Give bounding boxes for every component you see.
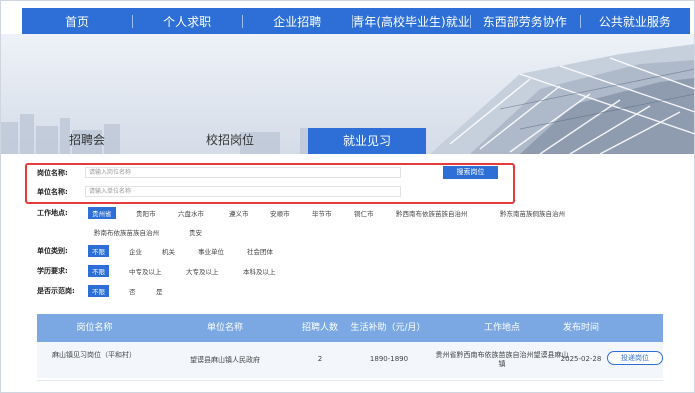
education-option[interactable]: 大专及以上	[186, 266, 219, 276]
location-option[interactable]: 贵安	[189, 227, 202, 237]
table-header: 岗位名称 单位名称 招聘人数 生活补助（元/月） 工作地点 发布时间	[37, 314, 663, 342]
nav-item-youth-employment[interactable]: 青年(高校毕业生)就业	[352, 13, 470, 30]
education-filter-label: 学历要求:	[37, 267, 68, 275]
column-header: 生活补助（元/月）	[350, 323, 426, 333]
nav-item-public-service[interactable]: 公共就业服务	[579, 13, 690, 30]
column-header: 工作地点	[483, 323, 520, 333]
unit-name-label: 单位名称:	[37, 188, 68, 196]
location-filter-label: 工作地点:	[37, 209, 68, 217]
demo-option[interactable]: 否	[129, 286, 136, 296]
nav-item-home[interactable]: 首页	[22, 13, 132, 30]
unit-type-option[interactable]: 社会团体	[247, 246, 273, 256]
nav-item-job-seeking[interactable]: 个人求职	[132, 13, 242, 30]
education-option[interactable]: 中专及以上	[129, 266, 162, 276]
cell-date: 2025-02-28	[560, 355, 602, 363]
nav-bar: 首页 个人求职 企业招聘 青年(高校毕业生)就业 东西部劳务协作 公共就业服务	[22, 8, 690, 34]
unit-type-filter-label: 单位类别:	[37, 247, 68, 255]
divider	[37, 380, 663, 381]
location-option[interactable]: 安顺市	[270, 208, 290, 218]
location-option[interactable]: 黔东南苗族侗族自治州	[500, 208, 565, 218]
apply-button[interactable]: 投递岗位	[607, 351, 663, 365]
position-name-label: 岗位名称:	[37, 169, 68, 177]
location-option[interactable]: 贵州省	[88, 207, 116, 219]
column-header: 发布时间	[562, 323, 599, 333]
tab-internship[interactable]: 就业见习	[308, 128, 426, 154]
unit-type-option[interactable]: 机关	[162, 246, 175, 256]
location-option[interactable]: 贵阳市	[136, 208, 156, 218]
location-option[interactable]: 毕节市	[312, 208, 332, 218]
unit-type-option[interactable]: 事业单位	[198, 246, 224, 256]
demo-option[interactable]: 是	[156, 286, 163, 296]
unit-name-input[interactable]: 请输入单位名称	[85, 186, 401, 197]
column-header: 招聘人数	[301, 323, 338, 333]
position-name-input[interactable]: 请输入岗位名称	[85, 167, 401, 178]
tab-campus-jobs[interactable]: 校招岗位	[165, 126, 295, 154]
cell-location: 贵州省黔西南布依族苗族自治州望谟县麻山镇	[435, 351, 569, 368]
unit-type-option[interactable]: 不限	[88, 245, 109, 257]
location-option[interactable]: 六盘水市	[178, 208, 204, 218]
cell-count: 2	[317, 355, 323, 363]
location-option[interactable]: 黔西南布依族苗族自治州	[396, 208, 468, 218]
cell-subsidy: 1890-1890	[369, 355, 409, 363]
search-button[interactable]: 搜索岗位	[443, 166, 498, 179]
location-option[interactable]: 黔南布依族苗族自治州	[94, 227, 159, 237]
education-option[interactable]: 本科及以上	[243, 266, 276, 276]
demo-filter-label: 是否示范岗:	[37, 287, 75, 295]
column-header: 岗位名称	[76, 323, 113, 333]
demo-option[interactable]: 不限	[88, 285, 109, 297]
location-option[interactable]: 铜仁市	[354, 208, 374, 218]
cell-position-name[interactable]: 麻山镇见习岗位（平和村）	[49, 351, 139, 360]
cell-unit-name: 望谟县麻山镇人民政府	[190, 356, 260, 364]
location-option[interactable]: 遵义市	[229, 208, 249, 218]
column-header: 单位名称	[206, 323, 243, 333]
nav-item-labor-cooperation[interactable]: 东西部劳务协作	[469, 13, 580, 30]
tab-job-fair[interactable]: 招聘会	[22, 126, 152, 154]
tab-bar: 招聘会 校招岗位 就业见习	[22, 126, 690, 154]
unit-type-option[interactable]: 企业	[129, 246, 142, 256]
table-row[interactable]: 麻山镇见习岗位（平和村） 望谟县麻山镇人民政府 2 1890-1890 贵州省黔…	[37, 342, 663, 378]
education-option[interactable]: 不限	[88, 265, 109, 277]
nav-item-recruitment[interactable]: 企业招聘	[242, 13, 352, 30]
